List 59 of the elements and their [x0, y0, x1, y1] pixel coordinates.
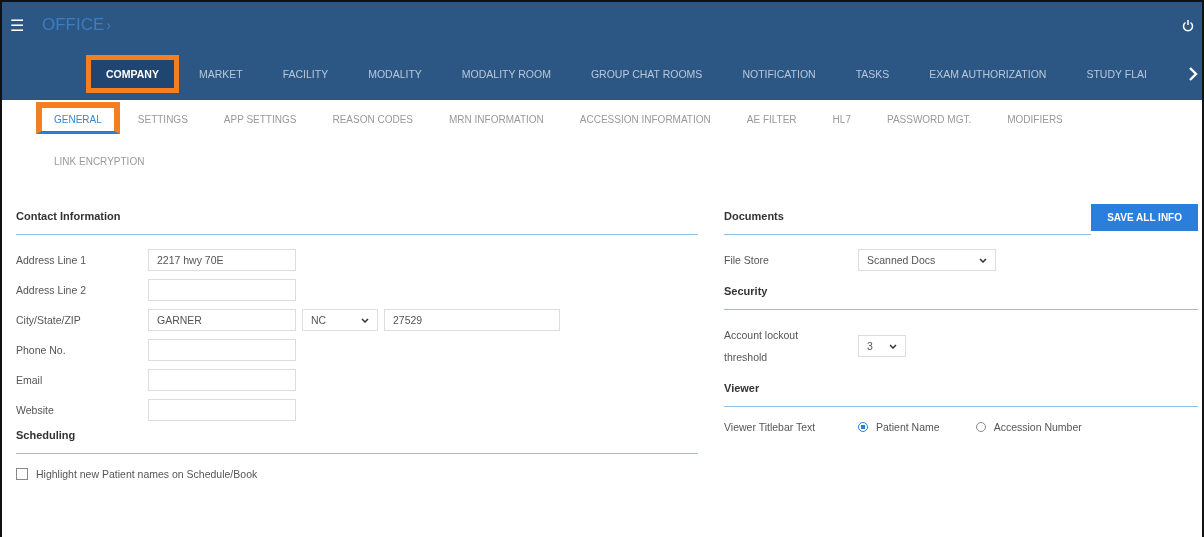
caret-icon	[361, 317, 369, 323]
caret-icon	[979, 257, 987, 263]
field-label: Address Line 2	[16, 284, 88, 296]
nav-tab[interactable]: STUDY FLAI	[1066, 55, 1167, 93]
file-store-dropdown[interactable]: Scanned Docs	[858, 249, 996, 271]
section-title: Security	[724, 279, 1198, 310]
sub-tab[interactable]: GENERAL	[36, 102, 120, 134]
save-button[interactable]: SAVE ALL INFO	[1091, 204, 1198, 231]
field-label: File Store	[724, 254, 770, 266]
field-label: Email	[16, 374, 44, 386]
text-field[interactable]	[148, 339, 296, 361]
nav-tab[interactable]: MODALITY	[348, 55, 442, 93]
checkbox-label: Highlight new Patient names on Schedule/Book	[36, 468, 258, 480]
app-title: OFFICE	[42, 15, 105, 35]
nav-tab[interactable]: NOTIFICATION	[722, 55, 836, 93]
sub-tab[interactable]: ACCESSION INFORMATION	[561, 102, 729, 134]
nav-tab[interactable]: EXAM AUTHORIZATION	[909, 55, 1067, 93]
radio-button[interactable]	[858, 422, 868, 432]
sub-tab[interactable]: APP SETTINGS	[205, 102, 315, 134]
sub-tab[interactable]: REASON CODES	[314, 102, 431, 134]
power-icon[interactable]	[1182, 18, 1194, 32]
nav-tab[interactable]: GROUP CHAT ROOMS	[570, 55, 723, 93]
radio-label: Patient Name	[876, 421, 940, 433]
menu-icon[interactable]: ☰	[10, 15, 24, 35]
text-field[interactable]: GARNER	[148, 309, 296, 331]
text-field[interactable]	[148, 369, 296, 391]
nav-tab[interactable]: TASKS	[835, 55, 910, 93]
lockout-dropdown[interactable]: 3	[858, 335, 906, 357]
section-title: Contact Information	[16, 204, 698, 235]
text-field[interactable]: 2217 hwy 70E	[148, 249, 296, 271]
field-label: City/State/ZIP	[16, 314, 82, 326]
nav-tab[interactable]: MARKET	[178, 55, 263, 93]
checkbox[interactable]	[16, 468, 28, 480]
caret-icon	[889, 343, 897, 349]
sub-tab[interactable]: MODIFIERS	[989, 102, 1081, 134]
nav-tab[interactable]: MODALITY ROOM	[441, 55, 571, 93]
sub-tab[interactable]: SETTINGS	[119, 102, 206, 134]
zip-field[interactable]: 27529	[384, 309, 560, 331]
chevron-right-icon[interactable]	[1188, 67, 1198, 81]
sub-tab[interactable]: PASSWORD MGT.	[868, 102, 990, 134]
field-label: Viewer Titlebar Text	[724, 421, 817, 433]
field-label: Account lockout threshold	[724, 328, 800, 365]
sub-tab[interactable]: MRN INFORMATION	[431, 102, 562, 134]
nav-tab[interactable]: FACILITY	[262, 55, 349, 93]
nav-tab[interactable]: COMPANY	[86, 55, 179, 93]
text-field[interactable]	[148, 399, 296, 421]
state-dropdown[interactable]: NC	[302, 309, 378, 331]
field-label: Website	[16, 404, 55, 416]
sub-tab[interactable]: AE FILTER	[728, 102, 815, 134]
sub-tab[interactable]: LINK ENCRYPTION	[36, 144, 163, 176]
text-field[interactable]	[148, 279, 296, 301]
section-title: Documents	[724, 204, 1092, 235]
radio-label: Accession Number	[993, 421, 1082, 433]
section-title: Scheduling	[16, 423, 698, 454]
field-label: Address Line 1	[16, 254, 88, 266]
sub-tab[interactable]: HL7	[814, 102, 869, 134]
section-title: Viewer	[724, 376, 1198, 407]
title-chevron: ›	[106, 17, 112, 33]
field-label: Phone No.	[16, 344, 67, 356]
